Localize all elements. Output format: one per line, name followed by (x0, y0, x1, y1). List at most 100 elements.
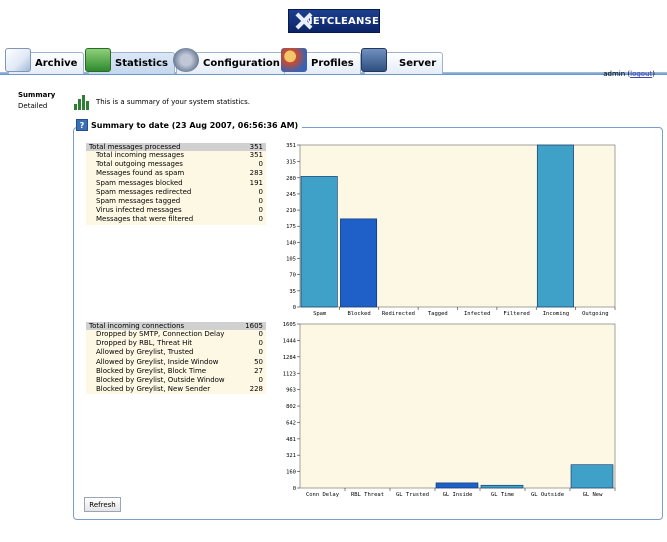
row-label: Messages found as spam (96, 169, 185, 178)
messages-chart-xtick-label: Outgoing (582, 311, 609, 317)
row-value: 50 (254, 357, 263, 366)
messages-chart-ytick-label: 210 (286, 208, 296, 214)
messages-chart-xtick-label: Filtered (503, 311, 530, 317)
row-value: 0 (258, 215, 263, 224)
connections-chart-xtick-label: GL Trusted (396, 492, 429, 498)
messages-header-value: 351 (249, 143, 263, 151)
messages-chart-xtick-label: Incoming (543, 311, 570, 317)
logout-link[interactable]: logout (630, 70, 652, 78)
connections-chart-ytick-label: 802 (286, 404, 296, 410)
tab-server-label: Server (399, 58, 437, 69)
tab-statistics[interactable]: Statistics (85, 47, 175, 74)
row-label: Allowed by Greylist, Trusted (96, 348, 194, 357)
row-label: Total outgoing messages (96, 160, 183, 169)
messages-chart-ytick-label: 105 (286, 257, 296, 263)
messages-table: Total messages processed 351 Total incom… (86, 143, 266, 225)
messages-chart-ytick-label: 140 (286, 240, 296, 246)
table-row: Spam messages blocked 191 (86, 178, 266, 188)
table-row: Spam messages tagged 0 (86, 196, 266, 207)
row-value: 27 (254, 366, 263, 375)
row-value: 0 (258, 348, 263, 357)
tab-archive[interactable]: Archive (5, 47, 85, 74)
refresh-button[interactable]: Refresh (84, 497, 121, 512)
connections-chart-xtick-label: GL New (583, 492, 604, 498)
table-row: Allowed by Greylist, Trusted 0 (86, 348, 266, 358)
row-value: 0 (258, 206, 263, 215)
help-icon: ? (76, 119, 88, 131)
messages-chart-xtick-label: Redirected (382, 311, 415, 317)
row-value: 191 (249, 178, 263, 187)
row-label: Allowed by Greylist, Inside Window (96, 357, 219, 366)
messages-chart-ytick-label: 0 (293, 305, 296, 311)
connections-chart-bar-gl-time (480, 484, 524, 489)
connections-chart-xtick-label: RBL Threat (351, 492, 384, 498)
connections-chart-ytick-label: 160 (286, 470, 296, 476)
table-row: Spam messages redirected 0 (86, 187, 266, 197)
row-label: Virus infected messages (96, 206, 182, 215)
connections-chart-ytick-label: 481 (286, 437, 296, 443)
sidebar-item-detailed[interactable]: Detailed (18, 101, 55, 112)
messages-chart-bar-incoming (536, 144, 574, 308)
messages-chart-ytick-label: 280 (286, 176, 296, 182)
row-value: 351 (249, 151, 263, 159)
connections-table: Total incoming connections 1605 Dropped … (86, 322, 266, 395)
table-row: Total incoming messages 351 (86, 151, 266, 161)
table-row: Messages that were filtered 0 (86, 215, 266, 225)
server-icon (361, 47, 387, 72)
row-value: 0 (258, 339, 263, 348)
messages-chart-ytick-label: 245 (286, 192, 296, 198)
mail-icon (5, 47, 31, 72)
connections-chart-bar-gl-inside (435, 482, 479, 489)
connections-chart-ytick-label: 963 (286, 388, 296, 394)
connections-chart-ytick-label: 1284 (283, 355, 297, 361)
messages-header-label: Total messages processed (89, 143, 181, 151)
panel-title: ? Summary to date (23 Aug 2007, 06:56:36… (76, 118, 303, 132)
row-label: Dropped by RBL, Threat Hit (96, 339, 193, 348)
table-row: Blocked by Greylist, Block Time 27 (86, 366, 266, 376)
stats-icon (73, 93, 91, 110)
row-value: 0 (258, 375, 263, 384)
connections-chart-ytick-label: 0 (293, 486, 296, 492)
tab-profiles-label: Profiles (311, 58, 354, 69)
connections-chart-bar-gl-new (570, 464, 614, 489)
tab-archive-label: Archive (35, 58, 78, 69)
connections-chart-xtick-label: GL Time (491, 492, 514, 498)
row-label: Blocked by Greylist, Block Time (96, 366, 207, 375)
tab-profiles[interactable]: Profiles (281, 47, 361, 74)
messages-chart-ytick-label: 175 (286, 224, 296, 230)
tab-server[interactable]: Server (361, 47, 444, 74)
row-value: 0 (258, 187, 263, 196)
connections-chart-plot-area (299, 323, 616, 489)
table-row: Dropped by RBL, Threat Hit 0 (86, 339, 266, 349)
messages-chart-bar-spam (300, 176, 338, 308)
table-row: Virus infected messages 0 (86, 206, 266, 216)
netcleanse-logo: NETCLEANSE (288, 9, 380, 33)
messages-chart-xtick-label: Infected (464, 311, 491, 317)
messages-chart-bar-blocked (340, 218, 378, 308)
logo-text: NETCLEANSE (304, 15, 379, 27)
table-row: Blocked by Greylist, Outside Window 0 (86, 375, 266, 386)
username: admin (603, 70, 626, 78)
messages-chart-xtick-label: Spam (313, 311, 327, 317)
row-value: 0 (258, 330, 263, 338)
row-label: Dropped by SMTP, Connection Delay (96, 330, 225, 338)
row-value: 0 (258, 160, 263, 169)
gear-icon (173, 47, 199, 72)
connections-chart-ytick-label: 1605 (283, 322, 296, 328)
intro-text: This is a summary of your system statist… (96, 97, 251, 106)
messages-chart-ytick-label: 315 (286, 160, 296, 166)
table-row: Blocked by Greylist, New Sender 228 (86, 385, 266, 395)
panel-title-text: Summary to date (23 Aug 2007, 06:56:36 A… (91, 120, 299, 130)
chart-icon (85, 47, 111, 72)
sidebar-item-summary[interactable]: Summary (18, 90, 55, 101)
sidebar: Summary Detailed (18, 90, 55, 112)
row-label: Spam messages tagged (96, 196, 181, 205)
users-icon (281, 47, 307, 72)
table-row: Total outgoing messages 0 (86, 160, 266, 170)
table-row: Dropped by SMTP, Connection Delay 0 (86, 330, 266, 340)
connections-chart: 0 160 321 481 642 802 963 1123 1284 1444 1605 Conn … (283, 322, 616, 498)
table-row: Allowed by Greylist, Inside Window 50 (86, 357, 266, 367)
messages-chart-ytick-label: 70 (289, 273, 296, 279)
tab-configuration[interactable]: Configuration (173, 47, 287, 74)
connections-chart-ytick-label: 1444 (283, 338, 297, 344)
